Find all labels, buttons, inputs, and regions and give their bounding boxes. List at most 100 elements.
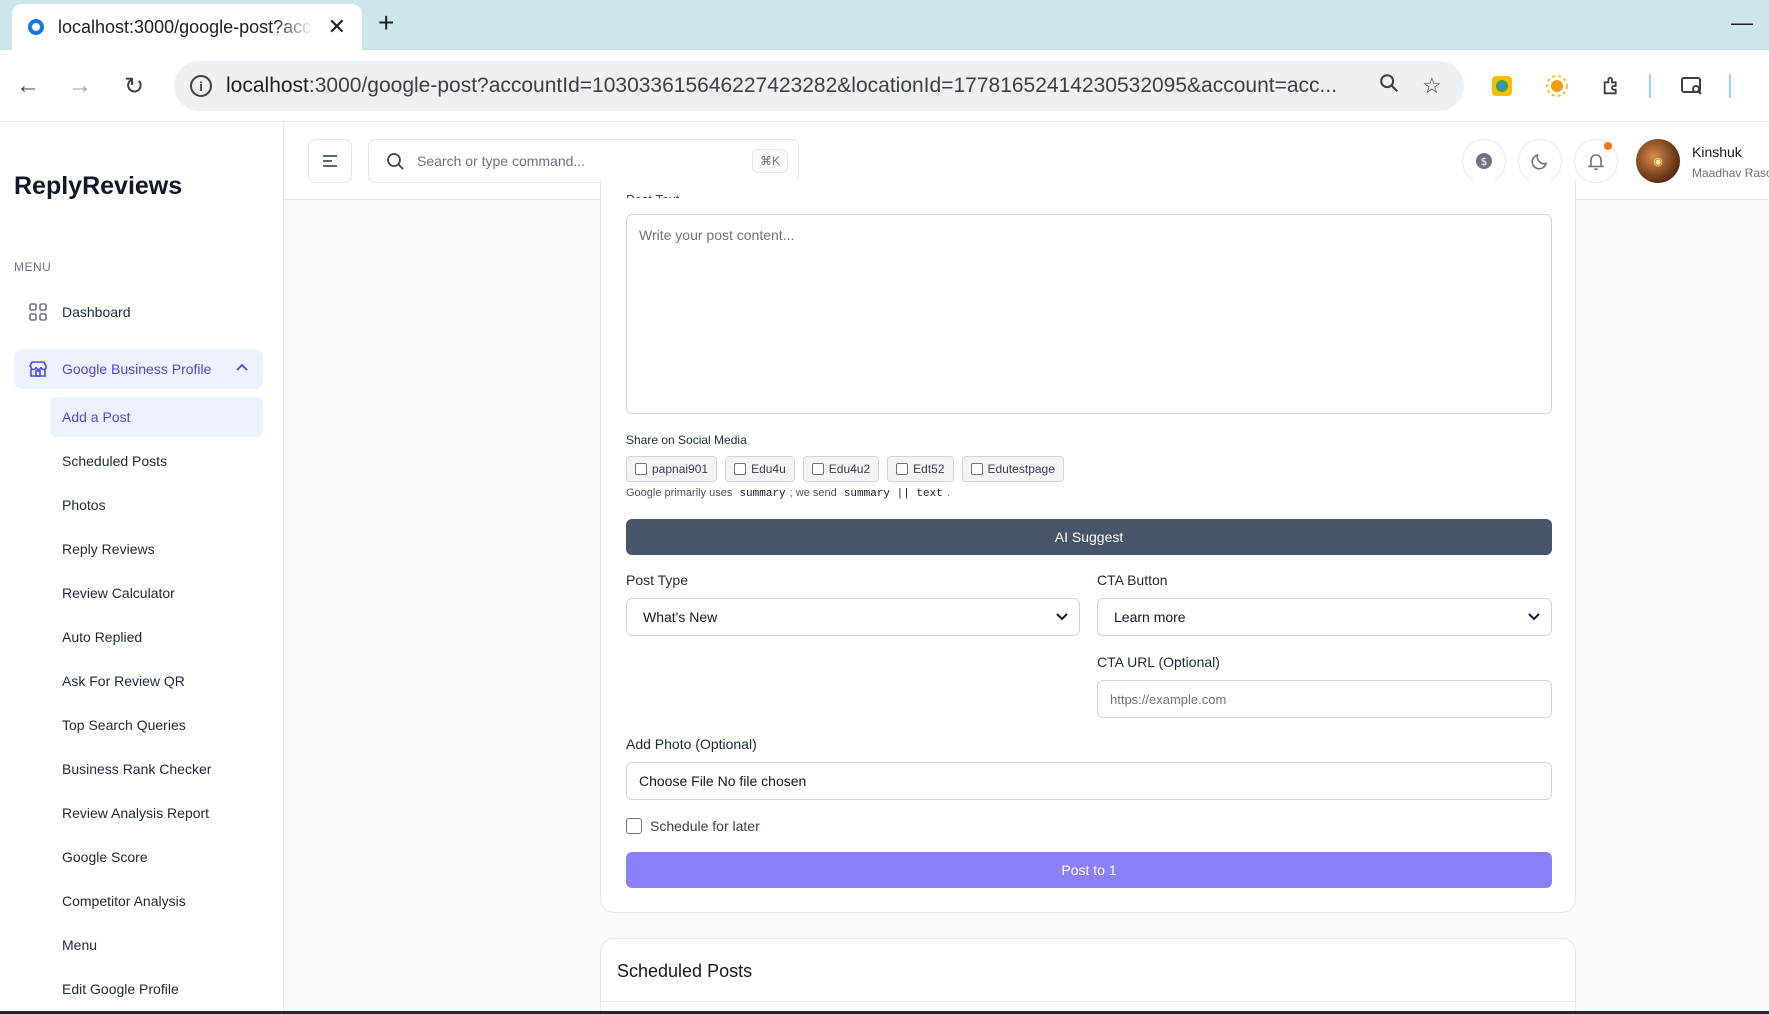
extension-color-icon[interactable] [1488, 72, 1516, 100]
chevron-down-icon [1527, 609, 1541, 626]
checkbox[interactable] [734, 463, 747, 475]
post-type-value: What's New [643, 609, 718, 625]
cta-button-select[interactable]: Learn more [1097, 598, 1552, 636]
new-tab-icon[interactable]: + [378, 8, 394, 38]
bookmark-star-icon[interactable]: ☆ [1422, 73, 1442, 99]
sidebar-subitem-auto-replied[interactable]: Auto Replied [50, 617, 263, 657]
back-icon[interactable]: ← [10, 68, 46, 104]
sidebar-subitem-review-calculator[interactable]: Review Calculator [50, 573, 263, 613]
sidebar-subitem-reply-reviews[interactable]: Reply Reviews [50, 529, 263, 569]
address-bar[interactable]: i localhost:3000/google-post?accountId=1… [174, 61, 1464, 111]
sidebar-toggle-button[interactable] [308, 139, 352, 183]
dark-mode-toggle[interactable] [1518, 139, 1562, 183]
social-accounts-list: papnai901 Edu4u Edu4u2 Edt52 Edutestpage [626, 456, 1064, 482]
svg-text:$: $ [1481, 155, 1488, 168]
browser-tab[interactable]: localhost:3000/google-post?accountId=103… [12, 4, 362, 50]
add-photo-label: Add Photo (Optional) [626, 736, 757, 752]
url-text[interactable]: localhost:3000/google-post?accountId=103… [226, 74, 1356, 98]
cta-url-input[interactable]: https://example.com [1097, 680, 1552, 718]
cta-button-label: CTA Button [1097, 572, 1168, 588]
close-tab-icon[interactable]: ✕ [328, 16, 346, 38]
checkbox[interactable] [626, 818, 642, 834]
notification-dot [1604, 142, 1612, 150]
search-input[interactable]: Search or type command... ⌘K [368, 139, 799, 183]
photo-file-input[interactable]: Choose File No file chosen [626, 762, 1552, 800]
sidebar-item-google-business-profile[interactable]: Google Business Profile [14, 349, 263, 389]
sidebar-item-dashboard[interactable]: Dashboard [14, 292, 263, 332]
scheduled-posts-card: Scheduled Posts [600, 938, 1577, 1014]
social-account-checkbox[interactable]: papnai901 [626, 456, 718, 482]
extensions-puzzle-icon[interactable] [1598, 72, 1626, 100]
social-account-checkbox[interactable]: Edutestpage [961, 456, 1064, 482]
notifications-button[interactable] [1574, 139, 1618, 183]
social-account-checkbox[interactable]: Edt52 [887, 456, 954, 482]
brand-logo[interactable]: ReplyReviews [14, 172, 182, 201]
tab-search-icon[interactable] [1678, 72, 1706, 100]
user-name[interactable]: Kinshuk [1692, 144, 1742, 160]
ai-suggest-button[interactable]: AI Suggest [626, 519, 1552, 555]
credits-button[interactable]: $ [1462, 139, 1506, 183]
checkbox[interactable] [970, 463, 983, 475]
minimize-window-icon[interactable]: — [1731, 10, 1753, 36]
sidebar-subitem-review-analysis-report[interactable]: Review Analysis Report [50, 793, 263, 833]
sidebar-subitem-google-score[interactable]: Google Score [50, 837, 263, 877]
post-content-textarea[interactable]: Write your post content... [626, 214, 1552, 414]
shortcut-badge: ⌘K [751, 149, 788, 173]
browser-toolbar: ← → ↻ i localhost:3000/google-post?accou… [0, 50, 1769, 122]
bell-icon [1587, 154, 1605, 171]
checkbox[interactable] [896, 463, 909, 475]
menu-lines-icon [323, 155, 337, 167]
schedule-later-label: Schedule for later [650, 818, 760, 834]
cta-url-label: CTA URL (Optional) [1097, 654, 1220, 670]
summary-hint: Google primarily uses summary; we send s… [626, 487, 950, 500]
chevron-up-icon[interactable] [235, 361, 249, 378]
sidebar-subitem-scheduled-posts[interactable]: Scheduled Posts [50, 441, 263, 481]
sidebar-subitem-top-search-queries[interactable]: Top Search Queries [50, 705, 263, 745]
sidebar-subitem-business-rank-checker[interactable]: Business Rank Checker [50, 749, 263, 789]
checkbox[interactable] [635, 463, 647, 475]
schedule-later-checkbox[interactable]: Schedule for later [626, 818, 760, 834]
moon-icon [1531, 153, 1548, 170]
grid-icon [28, 302, 48, 322]
forward-icon[interactable]: → [62, 68, 98, 104]
user-business: Maadhav Rasoi [1692, 166, 1769, 180]
post-submit-button[interactable]: Post to 1 [626, 852, 1552, 888]
dollar-coin-icon: $ [1476, 153, 1492, 169]
scheduled-posts-title: Scheduled Posts [617, 961, 753, 981]
sidebar-subitem-ask-for-review-qr[interactable]: Ask For Review QR [50, 661, 263, 701]
sidebar-subitem-edit-google-profile[interactable]: Edit Google Profile [50, 969, 263, 1009]
post-text-label: Post Text [626, 192, 679, 198]
sidebar-subitem-add-post[interactable]: Add a Post [50, 397, 263, 437]
sidebar-subitem-menu[interactable]: Menu [50, 925, 263, 965]
post-content-placeholder: Write your post content... [639, 227, 795, 243]
toolbar-divider [1729, 74, 1731, 98]
post-type-label: Post Type [626, 572, 689, 588]
create-post-card: Post Text Write your post content... Sha… [600, 180, 1576, 913]
menu-section-label: MENU [14, 260, 52, 274]
browser-tab-bar: localhost:3000/google-post?accountId=103… [0, 0, 1769, 50]
cta-url-placeholder: https://example.com [1110, 691, 1227, 707]
share-social-label: Share on Social Media [626, 433, 747, 447]
chevron-down-icon [1055, 609, 1069, 626]
sidebar-item-label: Google Business Profile [62, 361, 212, 377]
sidebar-subitem-photos[interactable]: Photos [50, 485, 263, 525]
avatar[interactable]: ◉ [1636, 139, 1680, 183]
toolbar-divider [1649, 74, 1651, 98]
storefront-icon [28, 359, 48, 379]
search-placeholder: Search or type command... [417, 153, 586, 169]
sidebar-subitem-competitor-analysis[interactable]: Competitor Analysis [50, 881, 263, 921]
extension-sun-icon[interactable] [1543, 72, 1571, 100]
divider [601, 1001, 1577, 1002]
zoom-icon[interactable] [1378, 72, 1400, 100]
post-type-select[interactable]: What's New [626, 598, 1080, 636]
sidebar: ReplyReviews MENU Dashboard Google Busin… [0, 122, 284, 1014]
social-account-checkbox[interactable]: Edu4u [725, 456, 795, 482]
reload-icon[interactable]: ↻ [116, 68, 152, 104]
social-account-checkbox[interactable]: Edu4u2 [802, 456, 880, 482]
checkbox[interactable] [811, 463, 824, 475]
cta-button-value: Learn more [1114, 609, 1186, 625]
tab-title: localhost:3000/google-post?accountId=103… [58, 16, 313, 37]
site-info-icon[interactable]: i [190, 75, 212, 97]
favicon-icon [28, 19, 44, 35]
sidebar-item-label: Dashboard [62, 304, 131, 320]
